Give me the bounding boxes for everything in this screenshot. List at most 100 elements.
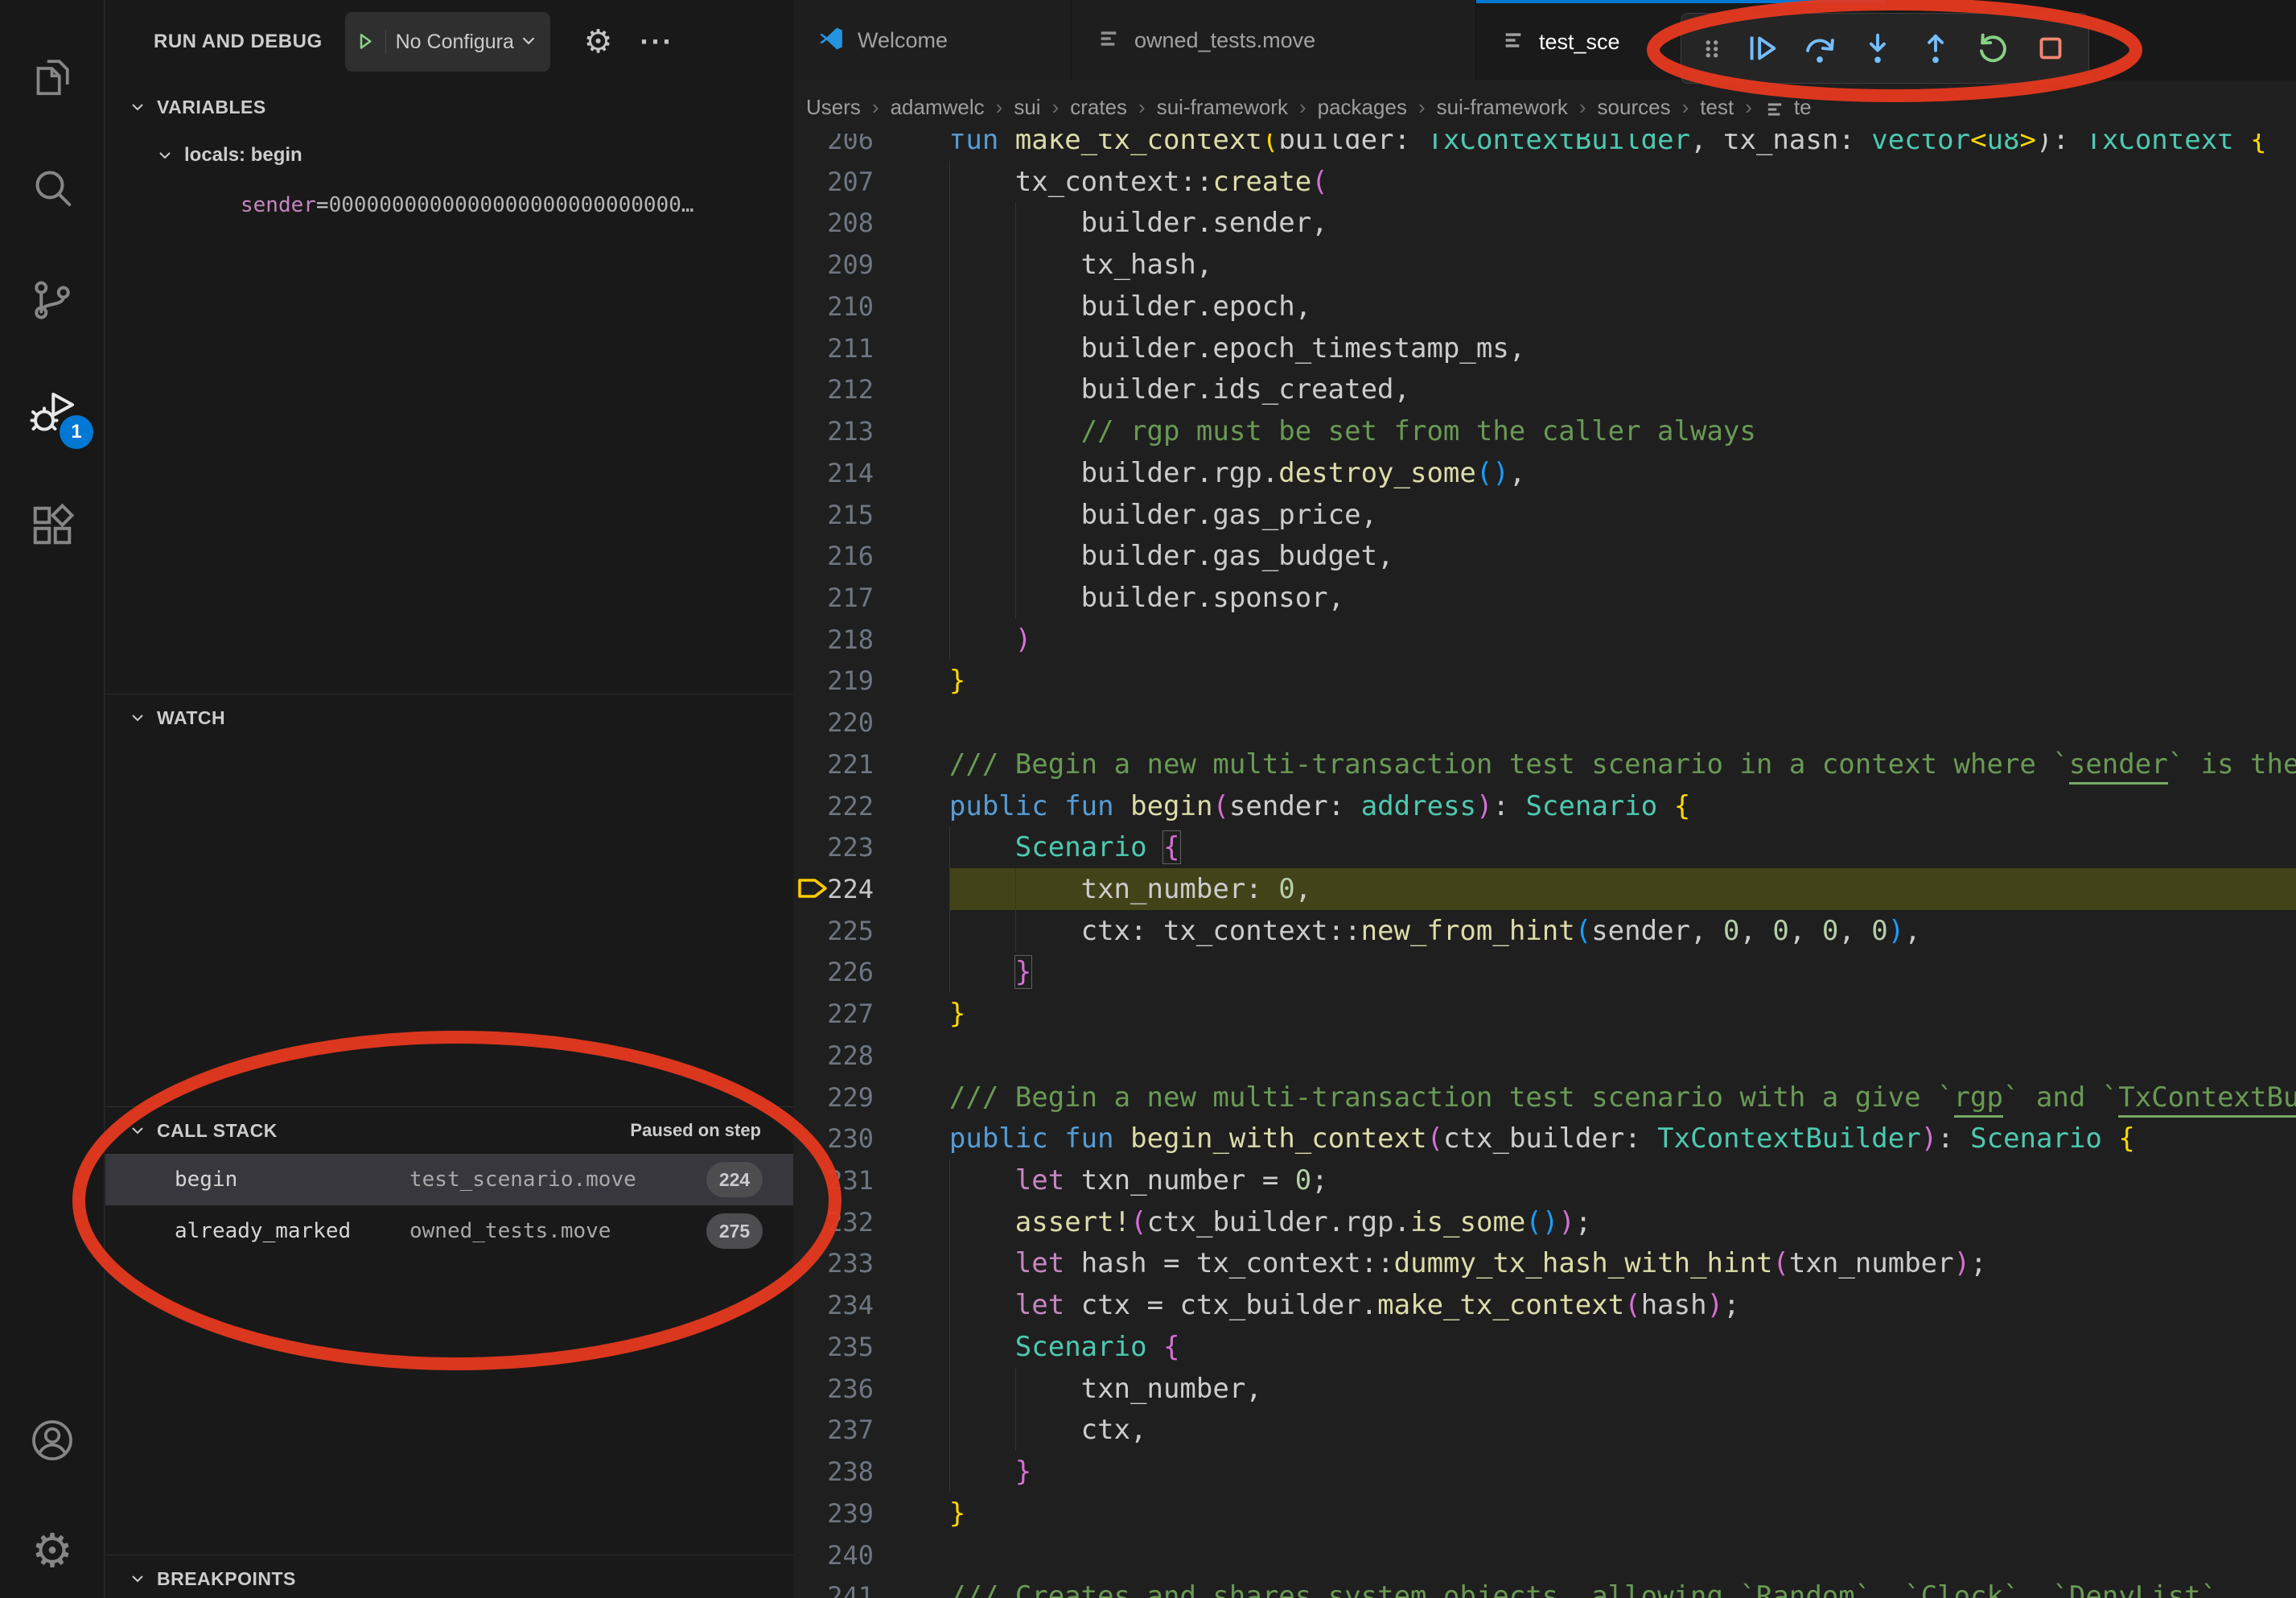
code-line[interactable]: 228 (793, 1035, 2296, 1077)
variables-header[interactable]: VARIABLES (105, 84, 793, 130)
breadcrumb-item[interactable]: test (1700, 95, 1734, 119)
tab-welcome[interactable]: Welcome (793, 0, 1072, 80)
call-stack-header[interactable]: CALL STACK Paused on step (105, 1107, 793, 1154)
breadcrumb-file[interactable]: te (1794, 95, 1812, 120)
scope-row[interactable]: locals: begin (105, 130, 793, 180)
breadcrumb-item[interactable]: sui-framework (1437, 95, 1568, 119)
line-number[interactable]: 219 (793, 660, 874, 702)
line-number[interactable]: 223 (793, 826, 874, 868)
line-number[interactable]: 237 (793, 1409, 874, 1451)
extensions-icon[interactable] (0, 481, 105, 570)
line-number[interactable]: 209 (793, 244, 874, 286)
line-number[interactable]: 239 (793, 1493, 874, 1534)
variable-row[interactable]: sender = 0000000000000000000000000000… (105, 180, 793, 230)
restart-button[interactable] (1969, 20, 2016, 76)
line-number[interactable]: 211 (793, 327, 874, 369)
code-line[interactable]: 209tx_hash, (793, 244, 2296, 286)
code-line[interactable]: 217builder.sponsor, (793, 577, 2296, 619)
code-line[interactable]: 218) (793, 619, 2296, 661)
line-number[interactable]: 212 (793, 369, 874, 410)
code-line[interactable]: 234let ctx = ctx_builder.make_tx_context… (793, 1284, 2296, 1326)
line-number[interactable]: 234 (793, 1284, 874, 1326)
code-line[interactable]: 222public fun begin(sender: address): Sc… (793, 785, 2296, 827)
line-number[interactable]: 214 (793, 452, 874, 494)
code-line[interactable]: 240 (793, 1534, 2296, 1576)
code-line[interactable]: 213// rgp must be set from the caller al… (793, 410, 2296, 452)
code-line[interactable]: 220 (793, 702, 2296, 743)
line-number[interactable]: 229 (793, 1077, 874, 1118)
line-number[interactable]: 233 (793, 1242, 874, 1284)
code-line[interactable]: 208builder.sender, (793, 202, 2296, 244)
code-line[interactable]: 216builder.gas_budget, (793, 535, 2296, 577)
settings-gear-icon[interactable]: ⚙ (0, 1506, 105, 1595)
code-editor[interactable]: 206fun make_tx_context(builder: TxContex… (793, 80, 2296, 1598)
source-control-icon[interactable] (0, 256, 105, 344)
line-number[interactable]: 227 (793, 993, 874, 1035)
step-over-button[interactable] (1796, 20, 1843, 76)
line-number[interactable]: 235 (793, 1326, 874, 1368)
continue-button[interactable] (1739, 20, 1786, 76)
code-line[interactable]: 233let hash = tx_context::dummy_tx_hash_… (793, 1242, 2296, 1284)
code-line[interactable]: 238} (793, 1451, 2296, 1493)
code-line[interactable]: 229/// Begin a new multi-transaction tes… (793, 1077, 2296, 1118)
breadcrumb-item[interactable]: adamwelc (891, 95, 985, 119)
stop-button[interactable] (2027, 20, 2074, 76)
code-line[interactable]: 239} (793, 1493, 2296, 1534)
line-number[interactable]: 218 (793, 619, 874, 661)
code-line[interactable]: 214builder.rgp.destroy_some(), (793, 452, 2296, 494)
breadcrumb-item[interactable]: crates (1070, 95, 1127, 119)
code-line[interactable]: 225ctx: tx_context::new_from_hint(sender… (793, 910, 2296, 952)
code-line[interactable]: 241/// Creates and shares system objects… (793, 1575, 2296, 1598)
code-line[interactable]: 231let txn_number = 0; (793, 1159, 2296, 1201)
line-number[interactable]: 210 (793, 286, 874, 327)
breadcrumb-item[interactable]: packages (1318, 95, 1407, 119)
line-number[interactable]: 208 (793, 202, 874, 244)
line-number[interactable]: 220 (793, 702, 874, 743)
line-number[interactable]: 236 (793, 1368, 874, 1410)
breadcrumb-item[interactable]: sui (1014, 95, 1040, 119)
code-line[interactable]: 215builder.gas_price, (793, 494, 2296, 536)
line-number[interactable]: 228 (793, 1035, 874, 1077)
code-line[interactable]: 212builder.ids_created, (793, 369, 2296, 410)
line-number[interactable]: 231 (793, 1159, 874, 1201)
toolbar-drag-handle[interactable] (1696, 20, 1728, 76)
debug-settings-gear-icon[interactable]: ⚙ (584, 26, 613, 58)
line-number[interactable]: 241 (793, 1575, 874, 1598)
line-number[interactable]: 221 (793, 743, 874, 785)
code-line[interactable]: 211builder.epoch_timestamp_ms, (793, 327, 2296, 369)
line-number[interactable]: 217 (793, 577, 874, 619)
code-line[interactable]: 210builder.epoch, (793, 286, 2296, 327)
code-line[interactable]: 221/// Begin a new multi-transaction tes… (793, 743, 2296, 785)
code-line[interactable]: 226} (793, 951, 2296, 993)
search-icon[interactable] (0, 143, 105, 232)
stack-frame-row[interactable]: begin test_scenario.move 224 (105, 1154, 793, 1205)
line-number[interactable]: 207 (793, 161, 874, 203)
code-line[interactable]: 219} (793, 660, 2296, 702)
line-number[interactable]: 238 (793, 1451, 874, 1493)
line-number[interactable]: 230 (793, 1118, 874, 1159)
breakpoints-header[interactable]: BREAKPOINTS (105, 1555, 793, 1598)
watch-header[interactable]: WATCH (105, 694, 793, 741)
line-number[interactable]: 225 (793, 910, 874, 952)
line-number[interactable]: 215 (793, 494, 874, 536)
run-and-debug-icon[interactable]: 1 (0, 369, 105, 457)
code-line[interactable]: 237ctx, (793, 1409, 2296, 1451)
breadcrumb-item[interactable]: Users (806, 95, 861, 119)
code-line[interactable]: 224txn_number: 0, (793, 868, 2296, 910)
code-line[interactable]: 230public fun begin_with_context(ctx_bui… (793, 1118, 2296, 1159)
code-line[interactable]: 232assert!(ctx_builder.rgp.is_some()); (793, 1201, 2296, 1243)
step-out-button[interactable] (1912, 20, 1959, 76)
line-number[interactable]: 216 (793, 535, 874, 577)
breadcrumb-item[interactable]: sui-framework (1157, 95, 1288, 119)
line-number[interactable]: 222 (793, 785, 874, 827)
start-debug-icon[interactable] (353, 30, 386, 54)
views-more-icon[interactable]: ··· (640, 25, 673, 59)
step-into-button[interactable] (1854, 20, 1901, 76)
code-line[interactable]: 223Scenario { (793, 826, 2296, 868)
explorer-icon[interactable] (0, 32, 105, 121)
tab-owned-tests[interactable]: owned_tests.move (1072, 0, 1476, 80)
breadcrumb-item[interactable]: sources (1598, 95, 1671, 119)
code-line[interactable]: 207tx_context::create( (793, 161, 2296, 203)
line-number[interactable]: 232 (793, 1201, 874, 1243)
code-line[interactable]: 236txn_number, (793, 1368, 2296, 1410)
